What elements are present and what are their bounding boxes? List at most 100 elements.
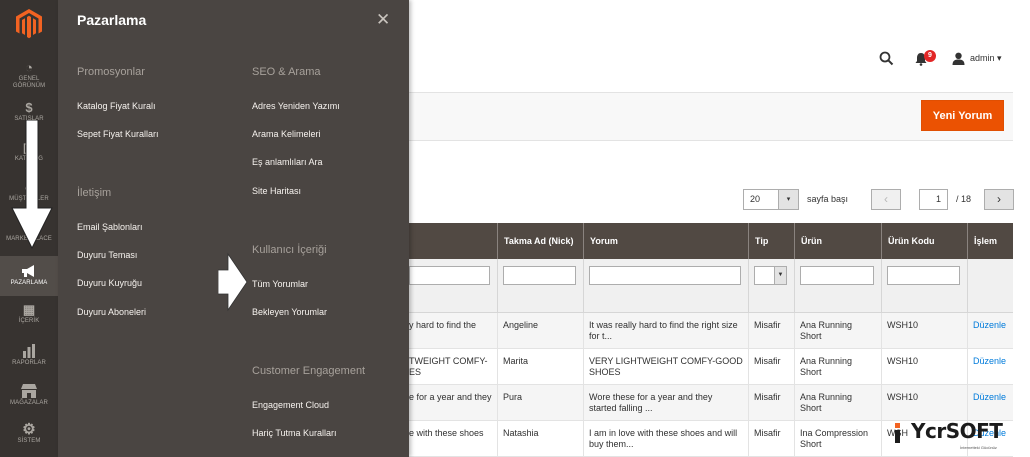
- nick-cell: Pura: [503, 392, 523, 402]
- section-heading-customer-engagement: Customer Engagement: [252, 365, 366, 377]
- menu-item-cart-price-rules[interactable]: Sepet Fiyat Kuralları: [77, 129, 159, 139]
- admin-page: ◔ GENEL GÖRÜNÜM $ SATIŞLAR ▣ KATALOG ☻ M…: [0, 0, 1030, 457]
- sidebar-item-reports[interactable]: RAPORLAR: [0, 336, 58, 376]
- column-header-type[interactable]: Tip: [748, 223, 794, 259]
- admin-user-menu[interactable]: admin ▾: [970, 53, 1002, 64]
- product-cell: Ina Compression Short: [800, 428, 869, 449]
- sidebar-item-system[interactable]: ⚙ SİSTEM: [0, 416, 58, 456]
- menu-item-newsletter-queue[interactable]: Duyuru Kuyruğu: [77, 278, 142, 288]
- table-row[interactable]: y hard to find the Angeline It was reall…: [409, 313, 1013, 349]
- type-cell: Misafir: [754, 428, 781, 438]
- review-cell: It was really hard to find the right siz…: [589, 320, 738, 341]
- column-header-nick[interactable]: Takma Ad (Nick): [497, 223, 583, 259]
- nick-cell: Natashia: [503, 428, 539, 438]
- menu-item-newsletter-subscribers[interactable]: Duyuru Aboneleri: [77, 307, 146, 317]
- stores-icon: [21, 384, 37, 398]
- content-icon: ▦: [22, 302, 36, 317]
- column-divider: [794, 313, 795, 457]
- column-header-action: İşlem: [967, 223, 1013, 259]
- edit-link[interactable]: Düzenle: [973, 356, 1006, 367]
- review-title-cell: e with these shoes: [409, 428, 484, 438]
- megaphone-icon: [22, 265, 34, 277]
- edit-link[interactable]: Düzenle: [973, 392, 1006, 403]
- menu-item-engagement-cloud[interactable]: Engagement Cloud: [252, 400, 329, 410]
- page-size-select[interactable]: 20 ▾: [743, 189, 799, 210]
- gear-icon: ⚙: [22, 421, 36, 438]
- sidebar-item-label: PAZARLAMA: [10, 280, 48, 286]
- sidebar-item-marketing[interactable]: PAZARLAMA: [0, 256, 58, 296]
- per-page-label: sayfa başı: [807, 194, 849, 204]
- nick-filter-input[interactable]: [503, 266, 576, 285]
- menu-item-search-terms[interactable]: Arama Kelimeleri: [252, 129, 321, 139]
- chevron-down-icon: ▼: [774, 267, 786, 284]
- marketing-flyout-menu: Pazarlama ✕ Promosyonlar Katalog Fiyat K…: [58, 0, 409, 457]
- total-pages: / 18: [956, 194, 972, 204]
- column-header-review[interactable]: Yorum: [583, 223, 748, 259]
- sku-cell: WSH10: [887, 356, 919, 366]
- prev-page-button[interactable]: ‹: [871, 189, 901, 210]
- right-arrow-annotation-icon: [218, 252, 248, 312]
- filter-divider: [497, 259, 498, 313]
- sku-cell: WSH10: [887, 392, 919, 402]
- type-cell: Misafir: [754, 392, 781, 402]
- sidebar-item-stores[interactable]: MAĞAZALAR: [0, 376, 58, 416]
- filter-divider: [881, 259, 882, 313]
- review-title-cell: TWEIGHT COMFY- ES: [409, 356, 488, 377]
- review-cell: I am in love with these shoes and will bu…: [589, 428, 738, 449]
- sidebar-item-label: GÖRÜNÜM: [12, 83, 46, 89]
- menu-item-exclusion-rules[interactable]: Hariç Tutma Kuralları: [252, 428, 337, 438]
- type-filter-select[interactable]: ▼: [754, 266, 787, 285]
- column-divider: [748, 313, 749, 457]
- watermark-tagline: İnternetteki Gücünüz: [960, 445, 997, 450]
- review-filter-input[interactable]: [589, 266, 741, 285]
- menu-item-pending-reviews[interactable]: Bekleyen Yorumlar: [252, 307, 327, 317]
- product-cell: Ana Running Short: [800, 320, 853, 341]
- next-page-button[interactable]: ›: [984, 189, 1014, 210]
- menu-item-search-synonyms[interactable]: Eş anlamlıları Ara: [252, 157, 323, 167]
- sidebar-item-label: MAĞAZALAR: [10, 400, 48, 406]
- table-row[interactable]: e for a year and they Pura Wore these fo…: [409, 385, 1013, 421]
- page-size-value: 20: [750, 194, 761, 204]
- sidebar-item-label: RAPORLAR: [12, 360, 46, 366]
- sidebar-item-label: İÇERİK: [18, 318, 40, 324]
- dollar-icon: $: [25, 100, 33, 115]
- current-page-input[interactable]: 1: [919, 189, 948, 210]
- filter-divider: [794, 259, 795, 313]
- sku-cell: WSH10: [887, 320, 919, 330]
- review-title-filter-input[interactable]: [409, 266, 490, 285]
- column-divider: [497, 313, 498, 457]
- down-arrow-annotation-icon: [11, 120, 53, 250]
- section-heading-communications: İletişim: [77, 187, 112, 199]
- sidebar-item-content[interactable]: ▦ İÇERİK: [0, 296, 58, 336]
- watermark-brand: YcrSOFT: [911, 419, 1003, 443]
- section-heading-user-content: Kullanıcı İçeriği: [252, 244, 327, 256]
- column-header-sku[interactable]: Ürün Kodu: [881, 223, 967, 259]
- product-filter-input[interactable]: [800, 266, 874, 285]
- review-cell: Wore these for a year and they started fa…: [589, 392, 713, 413]
- type-cell: Misafir: [754, 356, 781, 366]
- search-icon[interactable]: [879, 51, 894, 66]
- new-review-button[interactable]: Yeni Yorum: [921, 100, 1004, 131]
- close-icon[interactable]: ✕: [376, 10, 390, 30]
- menu-item-site-map[interactable]: Site Haritası: [252, 186, 301, 196]
- user-icon: [952, 52, 965, 65]
- menu-item-all-reviews[interactable]: Tüm Yorumlar: [252, 279, 308, 289]
- review-cell: VERY LIGHTWEIGHT COMFY-GOOD SHOES: [589, 356, 743, 377]
- menu-item-catalog-price-rule[interactable]: Katalog Fiyat Kuralı: [77, 101, 156, 111]
- magento-logo-icon[interactable]: [15, 8, 43, 40]
- review-title-cell: e for a year and they: [409, 392, 492, 402]
- menu-item-email-templates[interactable]: Email Şablonları: [77, 222, 143, 232]
- menu-item-newsletter-template[interactable]: Duyuru Teması: [77, 250, 137, 260]
- filter-divider: [748, 259, 749, 313]
- edit-link[interactable]: Düzenle: [973, 320, 1006, 331]
- column-header-product[interactable]: Ürün: [794, 223, 881, 259]
- section-heading-seo-search: SEO & Arama: [252, 66, 321, 78]
- admin-username: admin: [970, 53, 995, 63]
- column-divider: [881, 313, 882, 457]
- filter-divider: [583, 259, 584, 313]
- nick-cell: Angeline: [503, 320, 539, 330]
- sidebar-item-dashboard[interactable]: ◔ GENEL GÖRÜNÜM: [0, 54, 58, 94]
- sku-filter-input[interactable]: [887, 266, 960, 285]
- table-row[interactable]: TWEIGHT COMFY- ES Marita VERY LIGHTWEIGHT…: [409, 349, 1013, 385]
- menu-item-url-rewrites[interactable]: Adres Yeniden Yazımı: [252, 101, 340, 111]
